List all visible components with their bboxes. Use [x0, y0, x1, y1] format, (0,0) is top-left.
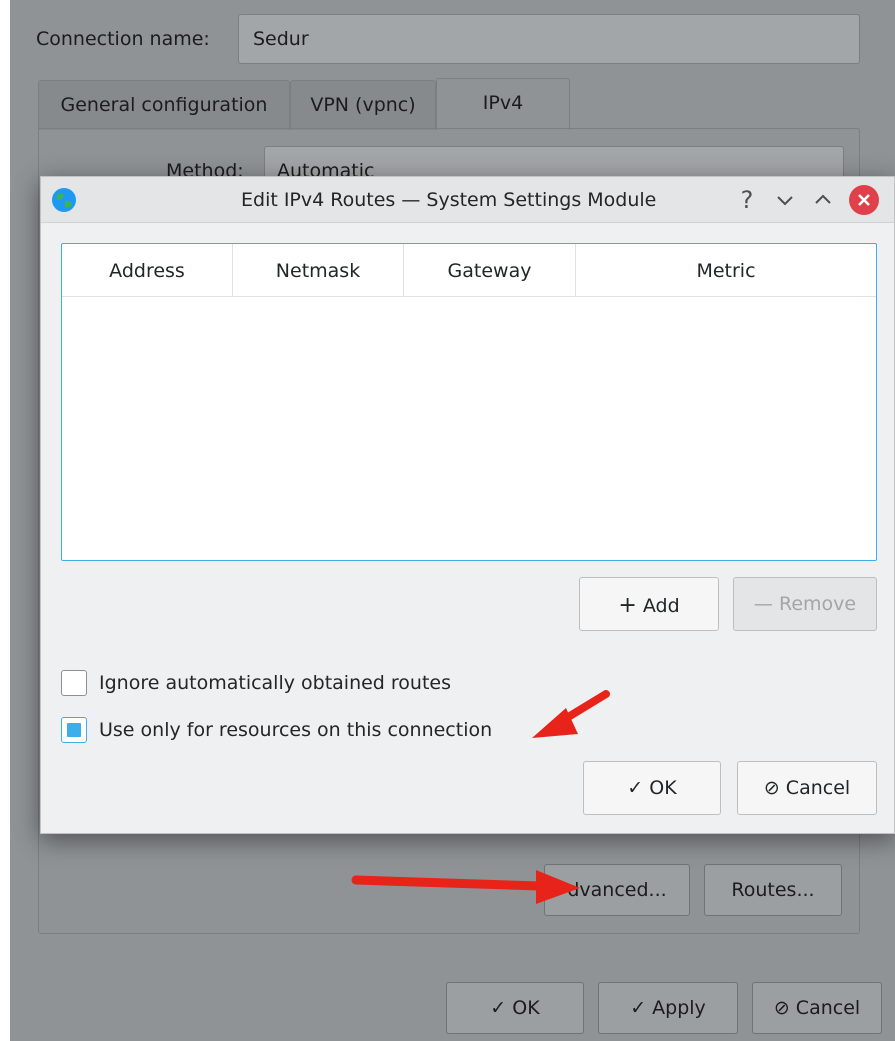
- dialog-ok-button[interactable]: ✓ OK: [583, 761, 721, 815]
- routes-table[interactable]: Address Netmask Gateway Metric: [61, 243, 877, 561]
- column-header-netmask[interactable]: Netmask: [233, 244, 404, 297]
- dialog-cancel-label: Cancel: [785, 777, 851, 799]
- column-header-metric[interactable]: Metric: [576, 244, 876, 297]
- plus-icon: +: [618, 593, 637, 618]
- dialog-cancel-button[interactable]: ⊘ Cancel: [737, 761, 877, 815]
- column-header-gateway[interactable]: Gateway: [404, 244, 576, 297]
- parent-cancel-button[interactable]: ⊘ Cancel: [752, 982, 882, 1034]
- dialog-title: Edit IPv4 Routes — System Settings Modul…: [241, 189, 657, 211]
- column-header-address[interactable]: Address: [62, 244, 233, 297]
- dialog-ok-label: OK: [649, 777, 677, 799]
- cancel-icon: ⊘: [773, 997, 790, 1019]
- minus-icon: —: [753, 593, 773, 615]
- help-icon[interactable]: ?: [733, 186, 761, 214]
- tab-vpn[interactable]: VPN (vpnc): [290, 80, 436, 130]
- parent-ok-button[interactable]: ✓ OK: [446, 982, 584, 1034]
- parent-apply-label: Apply: [652, 997, 706, 1019]
- check-icon: ✓: [630, 997, 647, 1019]
- add-route-label: Add: [642, 595, 680, 617]
- globe-icon: [52, 188, 76, 212]
- ignore-routes-checkbox[interactable]: [61, 670, 87, 696]
- minimize-icon[interactable]: [771, 186, 799, 214]
- cancel-icon: ⊘: [763, 777, 780, 799]
- ignore-routes-label[interactable]: Ignore automatically obtained routes: [99, 672, 451, 694]
- connection-name-label: Connection name:: [36, 28, 210, 50]
- use-only-connection-label[interactable]: Use only for resources on this connectio…: [99, 719, 492, 741]
- connection-name-field[interactable]: Sedur: [238, 14, 860, 64]
- edit-ipv4-routes-dialog: Edit IPv4 Routes — System Settings Modul…: [40, 176, 895, 834]
- parent-cancel-label: Cancel: [795, 997, 861, 1019]
- parent-apply-button[interactable]: ✓ Apply: [598, 982, 738, 1034]
- check-icon: ✓: [490, 997, 507, 1019]
- tab-general-configuration[interactable]: General configuration: [38, 80, 290, 130]
- parent-ok-label: OK: [512, 997, 540, 1019]
- routes-table-header: Address Netmask Gateway Metric: [62, 244, 876, 297]
- use-only-connection-checkbox[interactable]: [61, 717, 87, 743]
- advanced-button[interactable]: dvanced...: [544, 864, 690, 916]
- dialog-titlebar[interactable]: Edit IPv4 Routes — System Settings Modul…: [41, 177, 894, 223]
- maximize-icon[interactable]: [809, 186, 837, 214]
- close-icon[interactable]: [849, 185, 879, 215]
- routes-button[interactable]: Routes...: [704, 864, 842, 916]
- remove-route-label: Remove: [778, 593, 857, 615]
- tab-ipv4[interactable]: IPv4: [436, 78, 570, 130]
- add-route-button[interactable]: + Add: [579, 577, 719, 631]
- remove-route-button[interactable]: — Remove: [733, 577, 877, 631]
- check-icon: ✓: [627, 777, 644, 799]
